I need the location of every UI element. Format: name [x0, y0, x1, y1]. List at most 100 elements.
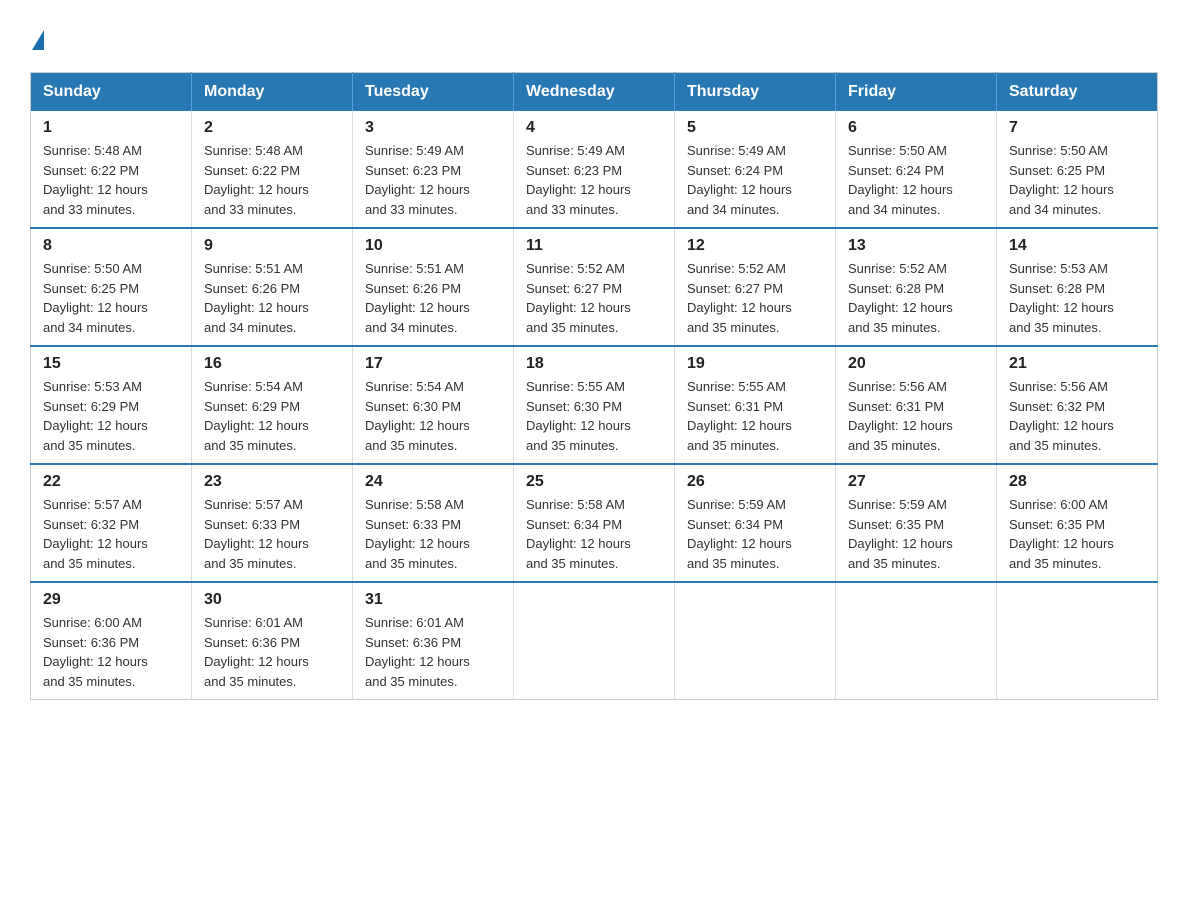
calendar-cell: 21 Sunrise: 5:56 AM Sunset: 6:32 PM Dayl…: [997, 346, 1158, 464]
day-header-sunday: Sunday: [31, 73, 192, 112]
day-number: 28: [1009, 473, 1145, 491]
calendar-header: SundayMondayTuesdayWednesdayThursdayFrid…: [31, 73, 1158, 112]
day-number: 17: [365, 355, 501, 373]
week-row-2: 8 Sunrise: 5:50 AM Sunset: 6:25 PM Dayli…: [31, 228, 1158, 346]
week-row-3: 15 Sunrise: 5:53 AM Sunset: 6:29 PM Dayl…: [31, 346, 1158, 464]
day-info: Sunrise: 5:50 AM Sunset: 6:25 PM Dayligh…: [1009, 141, 1145, 219]
calendar-cell: 12 Sunrise: 5:52 AM Sunset: 6:27 PM Dayl…: [675, 228, 836, 346]
day-number: 25: [526, 473, 662, 491]
calendar-cell: [514, 582, 675, 700]
calendar-cell: 4 Sunrise: 5:49 AM Sunset: 6:23 PM Dayli…: [514, 111, 675, 228]
day-info: Sunrise: 5:55 AM Sunset: 6:30 PM Dayligh…: [526, 377, 662, 455]
day-number: 18: [526, 355, 662, 373]
day-info: Sunrise: 5:58 AM Sunset: 6:33 PM Dayligh…: [365, 495, 501, 573]
calendar-cell: 2 Sunrise: 5:48 AM Sunset: 6:22 PM Dayli…: [192, 111, 353, 228]
day-info: Sunrise: 5:48 AM Sunset: 6:22 PM Dayligh…: [204, 141, 340, 219]
day-info: Sunrise: 5:49 AM Sunset: 6:23 PM Dayligh…: [526, 141, 662, 219]
calendar-cell: [997, 582, 1158, 700]
calendar-cell: [675, 582, 836, 700]
day-number: 14: [1009, 237, 1145, 255]
day-header-saturday: Saturday: [997, 73, 1158, 112]
calendar-cell: 14 Sunrise: 5:53 AM Sunset: 6:28 PM Dayl…: [997, 228, 1158, 346]
day-number: 1: [43, 119, 179, 137]
day-headers-row: SundayMondayTuesdayWednesdayThursdayFrid…: [31, 73, 1158, 112]
day-header-wednesday: Wednesday: [514, 73, 675, 112]
day-info: Sunrise: 6:00 AM Sunset: 6:35 PM Dayligh…: [1009, 495, 1145, 573]
day-info: Sunrise: 5:51 AM Sunset: 6:26 PM Dayligh…: [204, 259, 340, 337]
day-number: 19: [687, 355, 823, 373]
day-number: 30: [204, 591, 340, 609]
day-number: 27: [848, 473, 984, 491]
calendar-cell: 20 Sunrise: 5:56 AM Sunset: 6:31 PM Dayl…: [836, 346, 997, 464]
calendar-cell: 15 Sunrise: 5:53 AM Sunset: 6:29 PM Dayl…: [31, 346, 192, 464]
day-number: 6: [848, 119, 984, 137]
logo: [30, 30, 44, 52]
calendar-cell: 17 Sunrise: 5:54 AM Sunset: 6:30 PM Dayl…: [353, 346, 514, 464]
day-number: 23: [204, 473, 340, 491]
day-info: Sunrise: 5:59 AM Sunset: 6:35 PM Dayligh…: [848, 495, 984, 573]
day-number: 26: [687, 473, 823, 491]
day-info: Sunrise: 5:50 AM Sunset: 6:24 PM Dayligh…: [848, 141, 984, 219]
day-info: Sunrise: 6:00 AM Sunset: 6:36 PM Dayligh…: [43, 613, 179, 691]
calendar-cell: 29 Sunrise: 6:00 AM Sunset: 6:36 PM Dayl…: [31, 582, 192, 700]
day-info: Sunrise: 5:53 AM Sunset: 6:28 PM Dayligh…: [1009, 259, 1145, 337]
calendar-body: 1 Sunrise: 5:48 AM Sunset: 6:22 PM Dayli…: [31, 111, 1158, 700]
calendar-cell: 6 Sunrise: 5:50 AM Sunset: 6:24 PM Dayli…: [836, 111, 997, 228]
day-info: Sunrise: 5:54 AM Sunset: 6:29 PM Dayligh…: [204, 377, 340, 455]
calendar-cell: 22 Sunrise: 5:57 AM Sunset: 6:32 PM Dayl…: [31, 464, 192, 582]
day-info: Sunrise: 5:52 AM Sunset: 6:28 PM Dayligh…: [848, 259, 984, 337]
day-info: Sunrise: 5:51 AM Sunset: 6:26 PM Dayligh…: [365, 259, 501, 337]
calendar-table: SundayMondayTuesdayWednesdayThursdayFrid…: [30, 72, 1158, 700]
day-header-monday: Monday: [192, 73, 353, 112]
calendar-cell: 31 Sunrise: 6:01 AM Sunset: 6:36 PM Dayl…: [353, 582, 514, 700]
day-header-tuesday: Tuesday: [353, 73, 514, 112]
calendar-cell: 9 Sunrise: 5:51 AM Sunset: 6:26 PM Dayli…: [192, 228, 353, 346]
logo-triangle-icon: [32, 30, 44, 50]
calendar-cell: 11 Sunrise: 5:52 AM Sunset: 6:27 PM Dayl…: [514, 228, 675, 346]
calendar-cell: 25 Sunrise: 5:58 AM Sunset: 6:34 PM Dayl…: [514, 464, 675, 582]
calendar-cell: 5 Sunrise: 5:49 AM Sunset: 6:24 PM Dayli…: [675, 111, 836, 228]
calendar-cell: 26 Sunrise: 5:59 AM Sunset: 6:34 PM Dayl…: [675, 464, 836, 582]
day-number: 5: [687, 119, 823, 137]
day-number: 2: [204, 119, 340, 137]
day-info: Sunrise: 5:53 AM Sunset: 6:29 PM Dayligh…: [43, 377, 179, 455]
week-row-4: 22 Sunrise: 5:57 AM Sunset: 6:32 PM Dayl…: [31, 464, 1158, 582]
day-info: Sunrise: 5:54 AM Sunset: 6:30 PM Dayligh…: [365, 377, 501, 455]
day-info: Sunrise: 5:59 AM Sunset: 6:34 PM Dayligh…: [687, 495, 823, 573]
calendar-cell: 27 Sunrise: 5:59 AM Sunset: 6:35 PM Dayl…: [836, 464, 997, 582]
day-info: Sunrise: 5:55 AM Sunset: 6:31 PM Dayligh…: [687, 377, 823, 455]
week-row-5: 29 Sunrise: 6:00 AM Sunset: 6:36 PM Dayl…: [31, 582, 1158, 700]
calendar-cell: 3 Sunrise: 5:49 AM Sunset: 6:23 PM Dayli…: [353, 111, 514, 228]
day-number: 13: [848, 237, 984, 255]
day-info: Sunrise: 5:56 AM Sunset: 6:31 PM Dayligh…: [848, 377, 984, 455]
day-number: 16: [204, 355, 340, 373]
day-number: 8: [43, 237, 179, 255]
day-number: 12: [687, 237, 823, 255]
calendar-cell: 30 Sunrise: 6:01 AM Sunset: 6:36 PM Dayl…: [192, 582, 353, 700]
day-number: 22: [43, 473, 179, 491]
day-number: 9: [204, 237, 340, 255]
calendar-cell: 16 Sunrise: 5:54 AM Sunset: 6:29 PM Dayl…: [192, 346, 353, 464]
page-header: [30, 30, 1158, 52]
day-number: 7: [1009, 119, 1145, 137]
day-info: Sunrise: 5:56 AM Sunset: 6:32 PM Dayligh…: [1009, 377, 1145, 455]
day-number: 3: [365, 119, 501, 137]
calendar-cell: 7 Sunrise: 5:50 AM Sunset: 6:25 PM Dayli…: [997, 111, 1158, 228]
calendar-cell: 23 Sunrise: 5:57 AM Sunset: 6:33 PM Dayl…: [192, 464, 353, 582]
day-info: Sunrise: 5:58 AM Sunset: 6:34 PM Dayligh…: [526, 495, 662, 573]
calendar-cell: 24 Sunrise: 5:58 AM Sunset: 6:33 PM Dayl…: [353, 464, 514, 582]
calendar-cell: [836, 582, 997, 700]
day-number: 29: [43, 591, 179, 609]
calendar-cell: 8 Sunrise: 5:50 AM Sunset: 6:25 PM Dayli…: [31, 228, 192, 346]
day-number: 15: [43, 355, 179, 373]
day-info: Sunrise: 5:57 AM Sunset: 6:32 PM Dayligh…: [43, 495, 179, 573]
day-number: 20: [848, 355, 984, 373]
day-number: 10: [365, 237, 501, 255]
day-number: 4: [526, 119, 662, 137]
day-info: Sunrise: 5:50 AM Sunset: 6:25 PM Dayligh…: [43, 259, 179, 337]
week-row-1: 1 Sunrise: 5:48 AM Sunset: 6:22 PM Dayli…: [31, 111, 1158, 228]
day-info: Sunrise: 5:57 AM Sunset: 6:33 PM Dayligh…: [204, 495, 340, 573]
day-info: Sunrise: 6:01 AM Sunset: 6:36 PM Dayligh…: [365, 613, 501, 691]
day-header-friday: Friday: [836, 73, 997, 112]
calendar-cell: 19 Sunrise: 5:55 AM Sunset: 6:31 PM Dayl…: [675, 346, 836, 464]
